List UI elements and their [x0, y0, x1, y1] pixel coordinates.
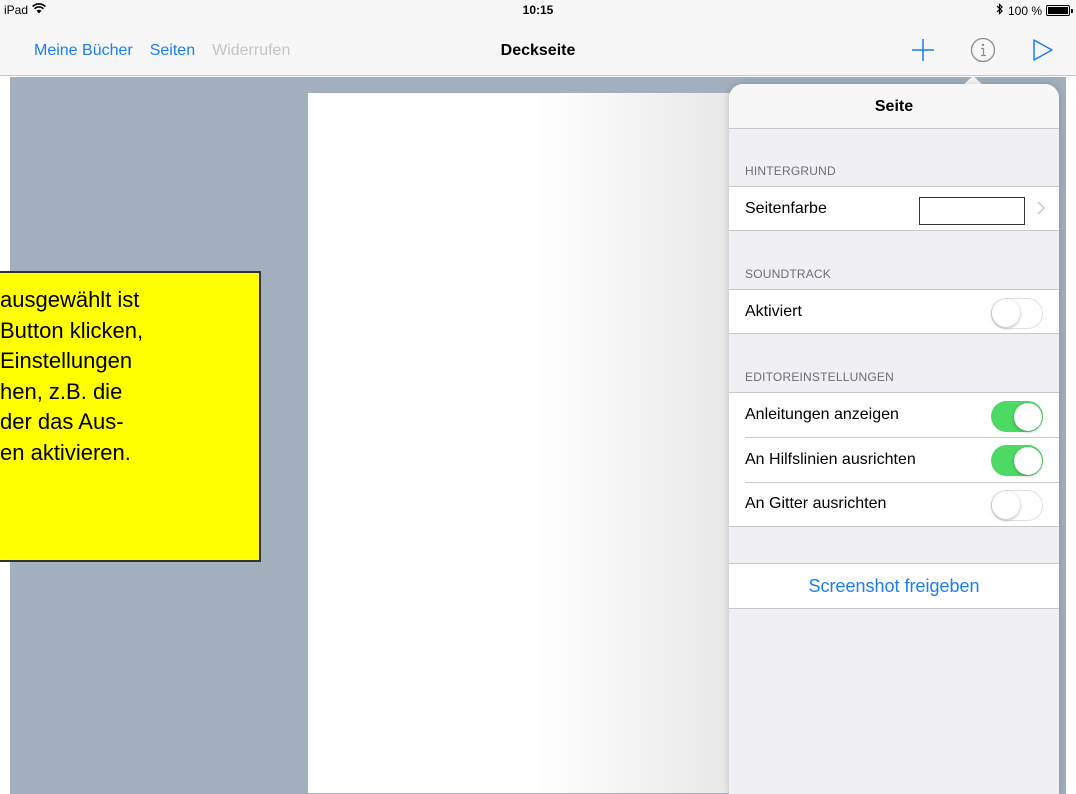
section-header-background: HINTERGRUND	[745, 164, 836, 178]
share-screenshot-button[interactable]: Screenshot freigeben	[729, 563, 1059, 609]
popover-title: Seite	[729, 84, 1059, 129]
snap-guides-row: An Hilfslinien ausrichten	[729, 437, 1059, 482]
snap-guides-toggle[interactable]	[991, 445, 1043, 476]
soundtrack-enabled-label: Aktiviert	[745, 302, 802, 320]
soundtrack-enabled-row: Aktiviert	[729, 289, 1059, 334]
status-time: 10:15	[522, 3, 554, 17]
callout-line: en aktivieren.	[0, 439, 131, 465]
page-color-row[interactable]: Seitenfarbe	[729, 186, 1059, 231]
snap-grid-label: An Gitter ausrichten	[745, 495, 887, 512]
status-right: 100 %	[996, 3, 1073, 18]
status-bar: iPad 10:15 100 %	[0, 0, 1076, 20]
toggle-knob	[1013, 446, 1042, 475]
callout-line: Button klicken,	[0, 317, 144, 343]
show-guides-label: Anleitungen anzeigen	[745, 406, 899, 423]
callout-line: hen, z.B. die	[0, 378, 123, 404]
toggle-knob	[992, 491, 1020, 519]
annotation-callout: ausgewählt ist Button klicken, Einstellu…	[0, 271, 261, 562]
page-settings-popover: Seite HINTERGRUND Seitenfarbe SOUNDTRACK…	[729, 84, 1059, 794]
info-icon[interactable]	[968, 35, 998, 65]
navigation-bar: Meine Bücher Seiten Widerrufen Deckseite	[0, 20, 1076, 76]
show-guides-toggle[interactable]	[991, 401, 1043, 432]
nav-right-group	[908, 35, 1058, 65]
callout-line: der das Aus-	[0, 409, 124, 434]
toggle-knob	[1013, 402, 1042, 431]
book-page[interactable]	[308, 93, 748, 793]
battery-icon	[1046, 5, 1073, 16]
section-header-editor: EDITOREINSTELLUNGEN	[745, 370, 894, 384]
show-guides-row: Anleitungen anzeigen	[729, 392, 1059, 437]
callout-line: ausgewählt ist	[0, 287, 140, 312]
bluetooth-icon	[996, 3, 1004, 18]
play-icon[interactable]	[1028, 35, 1058, 65]
snap-guides-label: An Hilfslinien ausrichten	[745, 450, 916, 468]
section-header-soundtrack: SOUNDTRACK	[745, 267, 832, 281]
page-color-label: Seitenfarbe	[745, 199, 827, 217]
plus-icon[interactable]	[908, 35, 938, 65]
snap-grid-toggle[interactable]	[991, 490, 1043, 521]
callout-line: Einstellungen	[0, 348, 133, 373]
page-color-swatch[interactable]	[919, 197, 1025, 225]
battery-percent: 100 %	[1007, 3, 1042, 18]
toggle-knob	[992, 299, 1020, 327]
snap-grid-row: An Gitter ausrichten	[729, 482, 1059, 527]
chevron-right-icon	[1037, 201, 1046, 220]
soundtrack-toggle[interactable]	[991, 298, 1043, 329]
